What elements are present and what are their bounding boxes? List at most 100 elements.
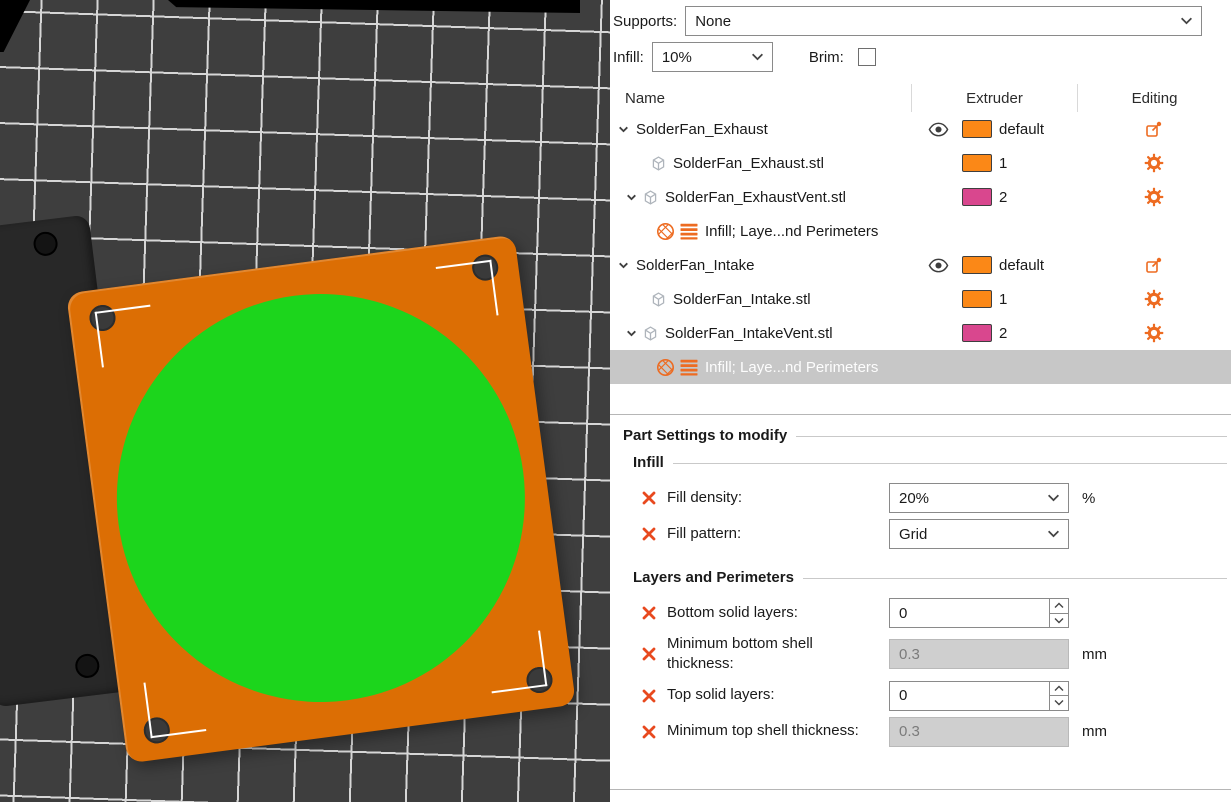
setting-row: Minimum bottom shell thickness: 0.3 mm <box>641 634 1231 675</box>
part-icon <box>642 325 659 342</box>
group-title: Layers and Perimeters <box>633 569 1227 586</box>
tree-row[interactable]: Infill; Laye...nd Perimeters <box>610 350 1231 384</box>
tree-row-name-cell: SolderFan_ExhaustVent.stl <box>610 189 920 206</box>
setting-label: Top solid layers: <box>667 686 775 704</box>
tree-item-label: SolderFan_Intake.stl <box>673 290 811 308</box>
column-header-editing[interactable]: Editing <box>1077 84 1231 112</box>
chevron-down-icon <box>1180 17 1193 26</box>
spin-up-icon[interactable] <box>1050 682 1068 696</box>
tree-row[interactable]: SolderFan_ExhaustVent.stl 2 <box>610 180 1231 214</box>
infill-label: Infill: <box>613 48 644 66</box>
gear-icon[interactable] <box>1144 187 1164 207</box>
spin-down-icon[interactable] <box>1050 696 1068 710</box>
remove-setting-icon[interactable] <box>641 724 667 740</box>
screw-hole <box>32 230 59 258</box>
setting-spinner[interactable]: 0 <box>889 598 1069 628</box>
brim-checkbox[interactable] <box>857 48 876 66</box>
tree-row-editing-cell <box>1076 187 1231 207</box>
setting-label: Bottom solid layers: <box>667 603 798 621</box>
extruder-color-swatch[interactable] <box>962 324 992 342</box>
tree-item-label: SolderFan_IntakeVent.stl <box>665 324 833 342</box>
object-tree: Name Extruder Editing SolderFan_Exhaustd… <box>610 84 1231 384</box>
remove-setting-icon[interactable] <box>641 490 667 506</box>
spin-up-icon[interactable] <box>1050 599 1068 614</box>
column-header-extruder[interactable]: Extruder <box>911 84 1077 112</box>
chevron-down-icon <box>1047 494 1060 503</box>
supports-dropdown[interactable]: None <box>685 6 1202 36</box>
setting-dropdown[interactable]: 20% <box>889 483 1069 513</box>
tree-row-name-cell: SolderFan_Exhaust.stl <box>610 155 920 172</box>
gear-icon[interactable] <box>1144 153 1164 173</box>
object-settings-icon[interactable] <box>1144 256 1163 275</box>
tree-row-extruder-cell: default <box>956 256 1076 274</box>
gear-icon[interactable] <box>1144 289 1164 309</box>
tree-row-name-cell: Infill; Laye...nd Perimeters <box>610 222 920 241</box>
expander-chevron-icon[interactable] <box>616 259 630 272</box>
object-settings-icon[interactable] <box>1144 120 1163 139</box>
supports-value: None <box>695 12 732 30</box>
expander-chevron-icon[interactable] <box>624 327 638 340</box>
extruder-value: 2 <box>999 324 1008 342</box>
setting-label: Minimum bottom shell thickness: <box>667 635 813 673</box>
eye-icon[interactable] <box>928 122 949 137</box>
tree-row-editing-cell <box>1076 120 1231 139</box>
remove-setting-icon[interactable] <box>641 646 667 662</box>
selection-corner-marker <box>94 304 158 368</box>
tree-row[interactable]: SolderFan_Intake.stl 1 <box>610 282 1231 316</box>
extruder-color-swatch[interactable] <box>962 120 992 138</box>
group-rows: Bottom solid layers: 0 Minimum bottom shel… <box>641 598 1231 747</box>
modifier-infill-icon <box>656 358 675 377</box>
eye-icon[interactable] <box>928 258 949 273</box>
column-header-name[interactable]: Name <box>610 84 911 112</box>
extruder-color-swatch[interactable] <box>962 154 992 172</box>
tree-row-extruder-cell: default <box>956 120 1076 138</box>
setting-value: 20% <box>899 489 930 507</box>
tree-row-name-cell: SolderFan_Exhaust <box>610 121 920 138</box>
tree-row-extruder-cell: 2 <box>956 188 1076 206</box>
spinner-buttons[interactable] <box>1049 681 1068 710</box>
part-icon <box>650 155 667 172</box>
extruder-color-swatch[interactable] <box>962 188 992 206</box>
remove-setting-icon[interactable] <box>641 688 667 704</box>
setting-dropdown[interactable]: Grid <box>889 519 1069 549</box>
expander-chevron-icon[interactable] <box>616 123 630 136</box>
3d-viewport[interactable] <box>0 0 610 802</box>
tree-row[interactable]: SolderFan_IntakeVent.stl 2 <box>610 316 1231 350</box>
setting-value: 0 <box>899 604 908 622</box>
tree-row[interactable]: SolderFan_Exhaust default <box>610 112 1231 146</box>
expander-chevron-icon[interactable] <box>624 191 638 204</box>
group-rows: Fill density: 20%% Fill pattern: Grid <box>641 483 1231 549</box>
remove-setting-icon[interactable] <box>641 526 667 542</box>
tree-row-extruder-cell: 1 <box>956 154 1076 172</box>
fan-plate-model[interactable] <box>65 234 577 764</box>
setting-row: Top solid layers: 0 <box>641 680 1231 711</box>
extruder-value: 1 <box>999 154 1008 172</box>
gear-icon[interactable] <box>1144 323 1164 343</box>
extruder-value: default <box>999 120 1045 138</box>
infill-dropdown[interactable]: 10% <box>651 42 773 72</box>
part-icon <box>650 291 667 308</box>
tree-row-editing-cell <box>1076 289 1231 309</box>
extruder-color-swatch[interactable] <box>962 290 992 308</box>
setting-label: Fill density: <box>667 488 743 506</box>
modifier-layers-icon <box>679 223 699 240</box>
setting-unit-label: mm <box>1082 645 1107 663</box>
tree-item-label: Infill; Laye...nd Perimeters <box>705 358 879 376</box>
supports-label: Supports: <box>613 12 678 30</box>
group-title-label: Layers and Perimeters <box>633 569 794 586</box>
tree-row[interactable]: SolderFan_Exhaust.stl 1 <box>610 146 1231 180</box>
tree-item-label: SolderFan_Exhaust.stl <box>673 154 824 172</box>
spinner-buttons[interactable] <box>1049 599 1068 627</box>
setting-spinner[interactable]: 0 <box>889 680 1069 711</box>
remove-setting-icon[interactable] <box>641 605 667 621</box>
fan-vent-modifier[interactable] <box>91 269 550 727</box>
tree-row[interactable]: SolderFan_Intake default <box>610 248 1231 282</box>
setting-value: 0.3 <box>899 723 920 740</box>
selection-corner-marker <box>484 630 548 694</box>
spin-down-icon[interactable] <box>1050 614 1068 628</box>
setting-unit-label: % <box>1082 489 1096 507</box>
tree-header: Name Extruder Editing <box>610 84 1231 112</box>
selection-corner-marker <box>435 259 499 323</box>
tree-row[interactable]: Infill; Laye...nd Perimeters <box>610 214 1231 248</box>
extruder-color-swatch[interactable] <box>962 256 992 274</box>
